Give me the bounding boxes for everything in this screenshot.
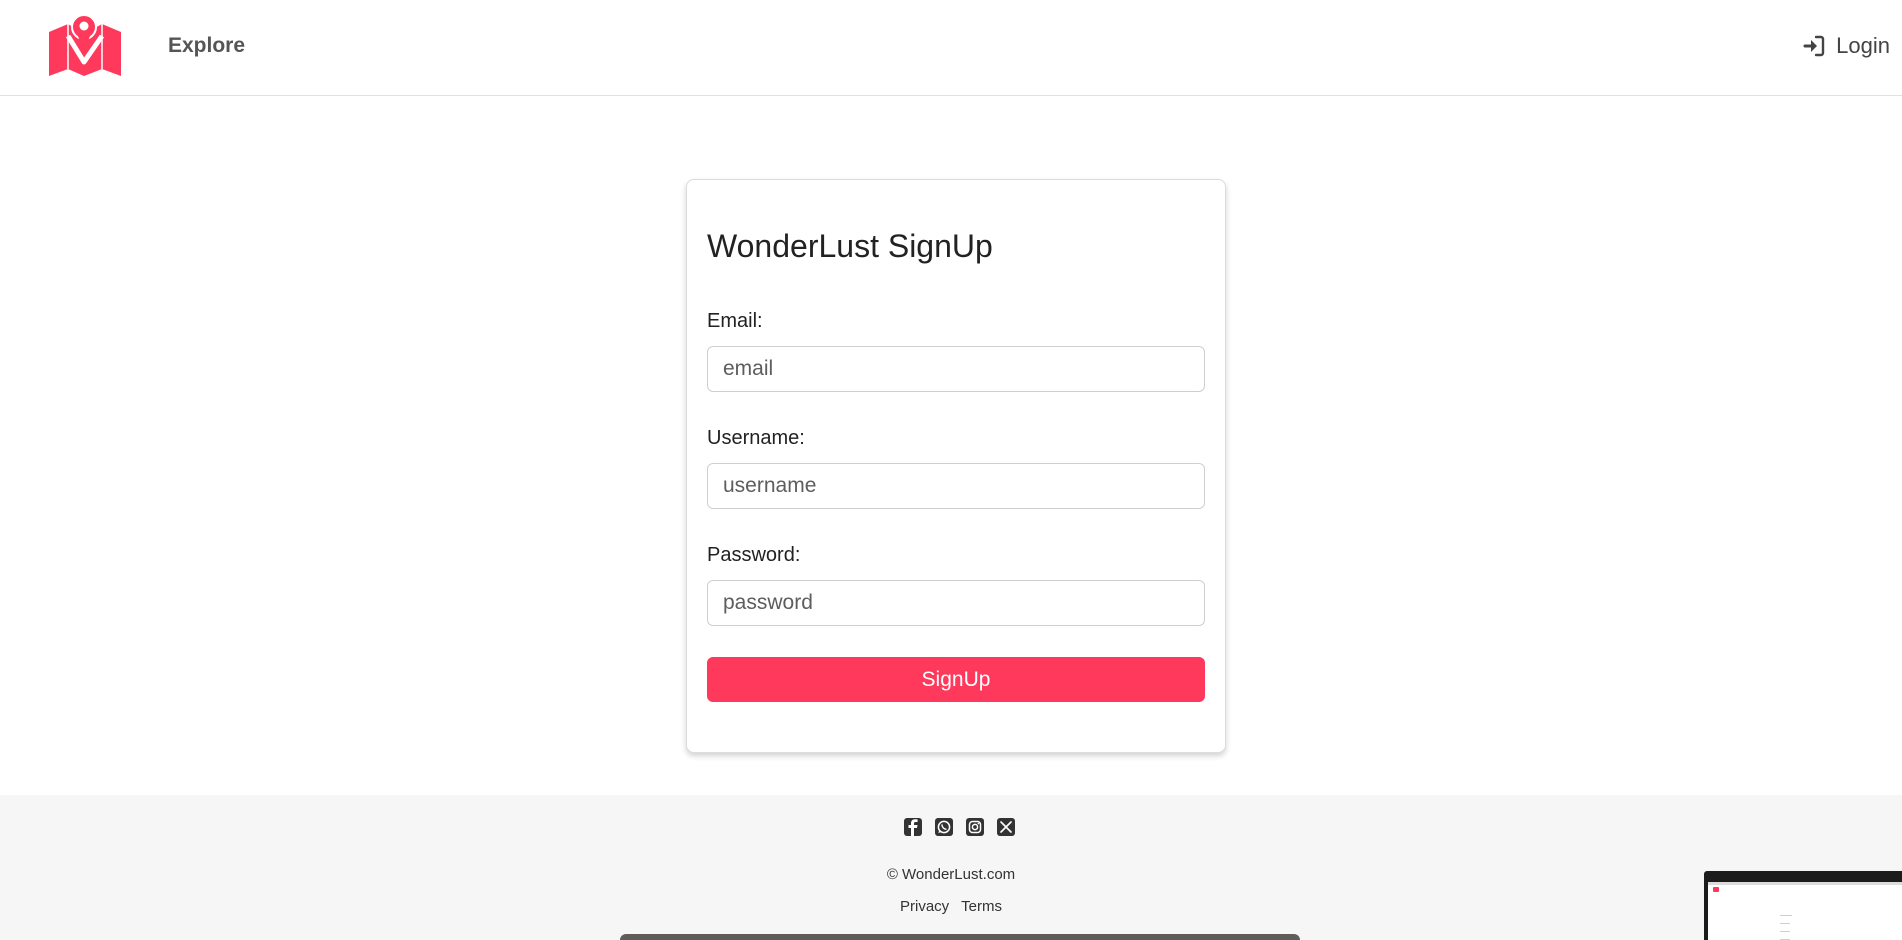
instagram-icon[interactable]	[965, 817, 985, 837]
terms-link[interactable]: Terms	[961, 898, 1002, 915]
footer: © WonderLust.com Privacy Terms	[0, 795, 1902, 940]
nav-login-label: Login	[1836, 33, 1890, 58]
thumbnail-line	[1780, 923, 1790, 924]
email-field[interactable]	[707, 346, 1205, 392]
password-label: Password:	[707, 544, 801, 566]
thumbnail-browser-bar	[1708, 882, 1902, 885]
signup-card: WonderLust SignUp Email: Username: Passw…	[686, 179, 1226, 753]
privacy-link[interactable]: Privacy	[900, 898, 949, 915]
x-icon[interactable]	[996, 817, 1016, 837]
email-label: Email:	[707, 310, 763, 332]
signup-title: WonderLust SignUp	[707, 228, 993, 264]
footer-bottom-shadow	[620, 934, 1300, 940]
navbar: Explore Login	[0, 0, 1902, 96]
nav-explore-link[interactable]: Explore	[168, 34, 245, 58]
thumbnail-line	[1780, 931, 1790, 932]
thumbnail-line	[1780, 915, 1792, 916]
social-links	[903, 817, 1016, 837]
thumbnail-screen	[1708, 882, 1902, 940]
username-field[interactable]	[707, 463, 1205, 509]
sign-in-icon	[1803, 35, 1825, 57]
password-field[interactable]	[707, 580, 1205, 626]
username-label: Username:	[707, 427, 805, 449]
thumbnail-logo-icon	[1713, 887, 1719, 892]
facebook-icon[interactable]	[903, 817, 923, 837]
footer-links: Privacy Terms	[0, 898, 1902, 915]
copyright-text: © WonderLust.com	[886, 866, 1016, 883]
nav-login-link[interactable]: Login	[1802, 33, 1890, 59]
signup-button[interactable]: SignUp	[707, 657, 1205, 702]
map-pin-logo-icon[interactable]	[48, 14, 122, 78]
screenshot-thumbnail[interactable]	[1704, 871, 1902, 940]
whatsapp-icon[interactable]	[934, 817, 954, 837]
